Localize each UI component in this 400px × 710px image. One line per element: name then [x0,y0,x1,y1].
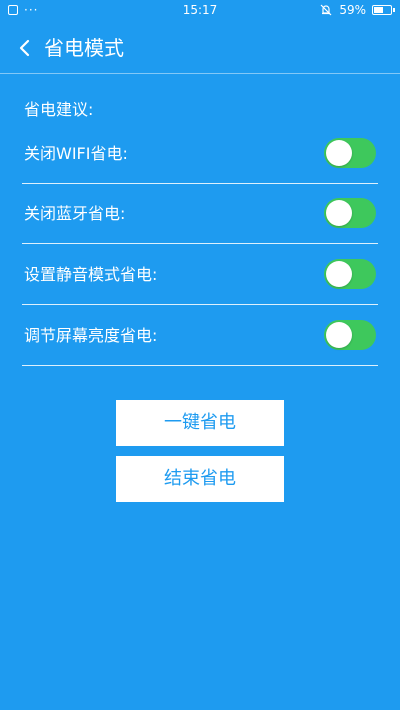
suggestions-label: 省电建议: [24,100,94,119]
bell-muted-icon [320,4,332,16]
toggle-silent-mode[interactable] [324,259,376,289]
option-row-brightness: 调节屏幕亮度省电: [22,306,378,366]
option-label-wifi: 关闭WIFI省电: [24,144,128,163]
app-header: 省电模式 [0,22,400,74]
battery-icon [372,5,395,15]
toggle-wifi[interactable] [324,138,376,168]
option-row-wifi: 关闭WIFI省电: [22,124,378,184]
one-click-save-button[interactable]: 一键省电 [116,400,284,446]
toggle-knob [326,322,352,348]
option-label-silent: 设置静音模式省电: [24,265,158,284]
battery-percent: 59% [339,3,366,17]
page-title: 省电模式 [44,36,124,60]
toggle-bluetooth[interactable] [324,198,376,228]
status-bar: ··· 15:17 59% [0,0,400,22]
toggle-brightness[interactable] [324,320,376,350]
end-save-button[interactable]: 结束省电 [116,456,284,502]
option-row-silent: 设置静音模式省电: [22,245,378,305]
toggle-knob [326,200,352,226]
back-arrow-icon[interactable] [16,36,36,60]
battery-fill [374,7,383,13]
option-label-bluetooth: 关闭蓝牙省电: [24,204,126,223]
toggle-knob [326,140,352,166]
status-right: 59% [319,3,395,17]
option-label-brightness: 调节屏幕亮度省电: [24,326,158,345]
option-row-bluetooth: 关闭蓝牙省电: [22,184,378,244]
toggle-knob [326,261,352,287]
